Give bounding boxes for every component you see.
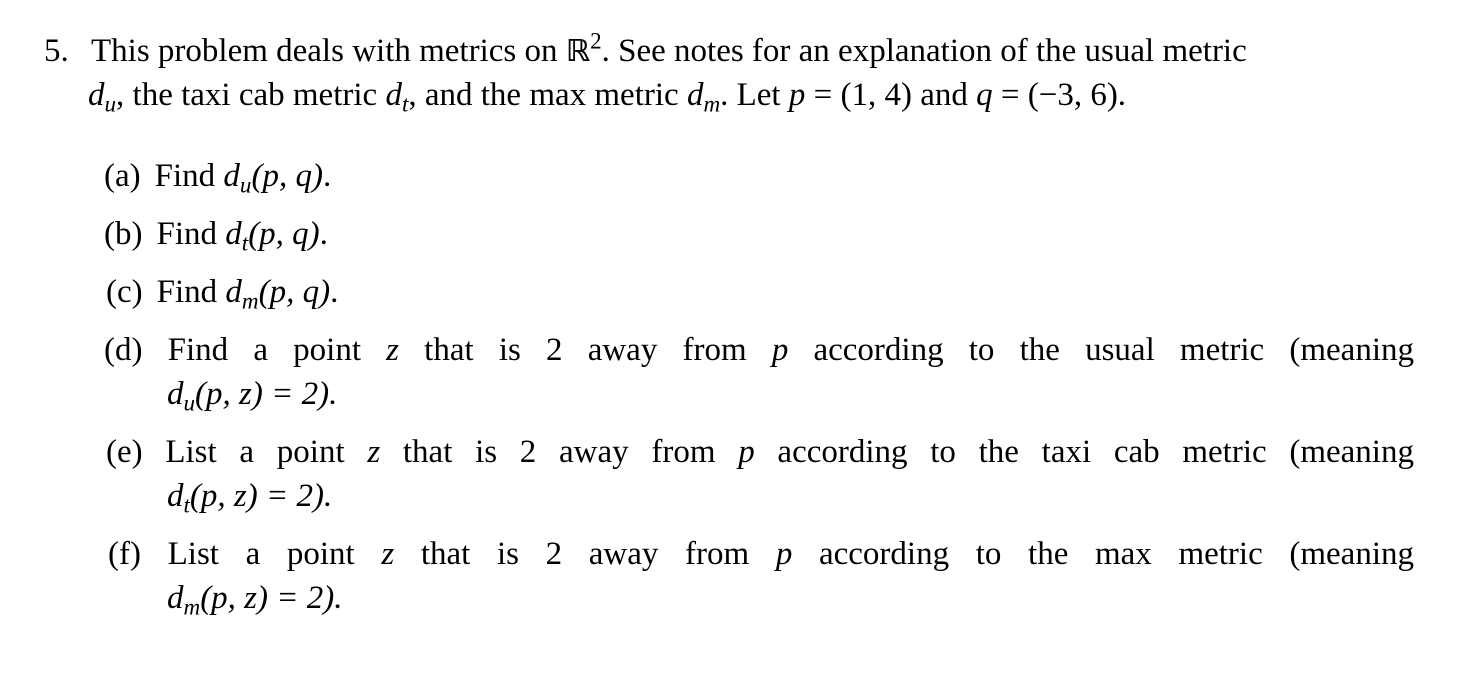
period: . — [322, 158, 332, 194]
point-p: p — [788, 77, 806, 113]
part-label: (a) — [104, 158, 141, 194]
metric-equation: (p, z) = 2). — [195, 376, 338, 412]
part-text: that is 2 away from — [399, 332, 772, 368]
point-z: z — [367, 434, 381, 470]
part-text: that is 2 away from — [394, 536, 776, 572]
period: . — [319, 216, 328, 252]
metric-subscript: u — [239, 171, 252, 198]
part-text: that is 2 away from — [380, 434, 739, 470]
max-subscript: m — [703, 90, 721, 117]
part-text: according to the usual metric (meaning — [788, 332, 1414, 368]
intro-text: , the taxi cab metric — [116, 77, 386, 113]
metric-symbol: d — [225, 274, 242, 310]
metric-symbol: d — [88, 77, 105, 113]
part-text: List a point — [165, 434, 368, 470]
metric-args: (p, q) — [258, 274, 331, 310]
metric-equation: (p, z) = 2). — [189, 478, 333, 514]
point-z: z — [386, 332, 400, 368]
part-label: (e) — [106, 434, 143, 470]
intro-text-post: . See notes for an explanation of the us… — [601, 33, 1247, 69]
metric-symbol: d — [223, 158, 240, 194]
problem-page: 5. This problem deals with metrics on ℝ2… — [0, 0, 1467, 698]
part-c: (c) Find dm(p, q). — [106, 274, 339, 313]
point-p: p — [771, 332, 789, 368]
part-text: Find — [156, 274, 226, 310]
point-q: q — [976, 77, 993, 113]
metric-args: (p, q) — [248, 216, 320, 252]
intro-text: , and the max metric — [408, 77, 687, 113]
part-e-line-1: (e) List a point z that is 2 away from p… — [106, 436, 1414, 469]
metric-equation: (p, z) = 2). — [200, 580, 343, 616]
metric-symbol: d — [225, 216, 242, 252]
metric-symbol: d — [167, 376, 184, 412]
metric-args: (p, q) — [251, 158, 323, 194]
metric-subscript: m — [183, 593, 201, 620]
part-label: (c) — [106, 274, 143, 310]
point-p-value: = (1, 4) and — [805, 77, 977, 113]
part-f-line-1: (f) List a point z that is 2 away from p… — [108, 538, 1414, 571]
problem-intro-line-2: du, the taxi cab metric dt, and the max … — [88, 77, 1127, 116]
usual-subscript: u — [104, 90, 117, 117]
metric-subscript: u — [183, 389, 196, 416]
part-e-line-2: dt(p, z) = 2). — [167, 478, 333, 517]
metric-symbol: d — [686, 77, 704, 113]
part-d-line-1: (d) Find a point z that is 2 away from p… — [104, 334, 1414, 367]
part-text: Find — [154, 158, 224, 194]
point-q-value: = (−3, 6). — [992, 77, 1127, 113]
part-label: (b) — [104, 216, 143, 252]
part-d-line-2: du(p, z) = 2). — [167, 376, 338, 415]
period: . — [330, 274, 339, 310]
metric-symbol: d — [385, 77, 402, 113]
part-text: according to the max metric (meaning — [792, 536, 1414, 572]
part-text: according to the taxi cab metric (meanin… — [754, 434, 1414, 470]
real-numbers-symbol: ℝ — [565, 34, 591, 69]
point-p: p — [775, 536, 793, 572]
part-label: (f) — [108, 536, 141, 572]
point-p: p — [738, 434, 755, 470]
metric-subscript: m — [241, 287, 259, 314]
point-z: z — [381, 536, 395, 572]
problem-intro-line-1: 5. This problem deals with metrics on ℝ2… — [44, 29, 1247, 69]
problem-number: 5. — [44, 33, 69, 69]
intro-text: . Let — [720, 77, 789, 113]
metric-symbol: d — [167, 580, 184, 616]
exponent: 2 — [590, 27, 602, 54]
metric-symbol: d — [167, 478, 184, 514]
part-f-line-2: dm(p, z) = 2). — [167, 580, 343, 619]
part-text: Find a point — [167, 332, 387, 368]
part-label: (d) — [104, 332, 143, 368]
part-b: (b) Find dt(p, q). — [104, 216, 328, 255]
intro-text-pre: This problem deals with metrics on — [91, 33, 566, 69]
part-text: Find — [156, 216, 226, 252]
part-a: (a) Find du(p, q). — [104, 158, 332, 197]
part-text: List a point — [167, 536, 382, 572]
